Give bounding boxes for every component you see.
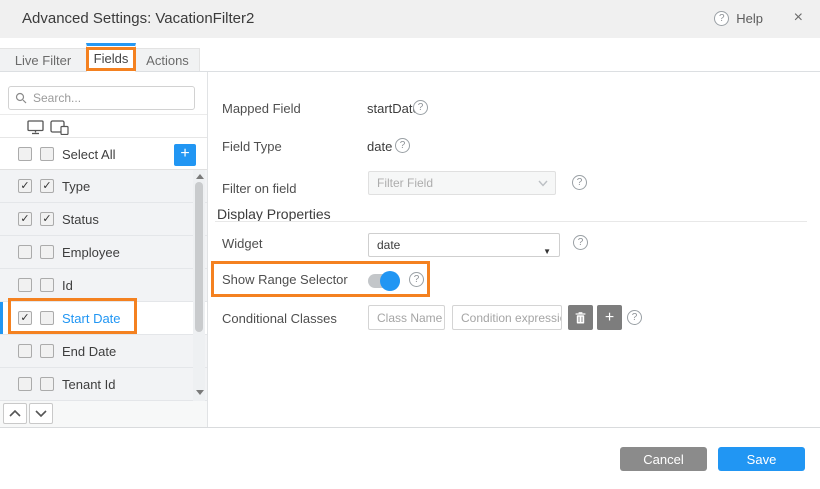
- web-checkbox[interactable]: [18, 278, 32, 292]
- list-item[interactable]: Tenant Id: [0, 368, 207, 401]
- mobile-checkbox[interactable]: ✓: [40, 179, 54, 193]
- help-button[interactable]: ? Help: [714, 11, 763, 26]
- show-range-selector-toggle[interactable]: [368, 272, 400, 290]
- field-search: [8, 86, 195, 110]
- field-label[interactable]: Start Date: [62, 311, 121, 326]
- sidebar-divider: [207, 72, 208, 427]
- section-divider: [215, 221, 807, 222]
- mapped-field-label: Mapped Field: [222, 101, 301, 116]
- field-label[interactable]: Type: [62, 179, 90, 194]
- mobile-checkbox[interactable]: [40, 278, 54, 292]
- conditional-classes-help-icon[interactable]: ?: [627, 310, 642, 325]
- device-columns-header: [0, 114, 207, 138]
- select-all-web-checkbox[interactable]: [18, 147, 32, 161]
- chevron-down-icon: [35, 410, 47, 417]
- list-item[interactable]: End Date: [0, 335, 207, 368]
- dropdown-arrow-icon: ▼: [543, 241, 551, 263]
- search-input[interactable]: [8, 86, 195, 110]
- field-label[interactable]: Tenant Id: [62, 377, 116, 392]
- display-properties-heading: Display Properties: [217, 206, 331, 222]
- show-range-selector-help-icon[interactable]: ?: [409, 272, 424, 287]
- mobile-checkbox[interactable]: [40, 344, 54, 358]
- web-checkbox[interactable]: ✓: [18, 311, 32, 325]
- tab-live-filter[interactable]: Live Filter: [0, 48, 87, 71]
- list-item[interactable]: ✓ ✓ Status: [0, 203, 207, 236]
- add-field-button[interactable]: +: [174, 144, 196, 166]
- web-checkbox[interactable]: [18, 245, 32, 259]
- move-up-button[interactable]: [3, 403, 27, 424]
- list-item[interactable]: Id: [0, 269, 207, 302]
- list-item[interactable]: ✓ Start Date: [0, 302, 207, 335]
- search-icon: [15, 92, 27, 104]
- advanced-settings-dialog: Advanced Settings: VacationFilter2 ? Hel…: [0, 0, 820, 489]
- field-type-value: date: [367, 139, 392, 154]
- dialog-header: Advanced Settings: VacationFilter2 ? Hel…: [0, 0, 820, 38]
- mobile-checkbox[interactable]: ✓: [40, 212, 54, 226]
- add-condition-button[interactable]: +: [597, 305, 622, 330]
- help-label[interactable]: Help: [736, 11, 763, 26]
- select-all-mobile-checkbox[interactable]: [40, 147, 54, 161]
- help-icon[interactable]: ?: [714, 11, 729, 26]
- mobile-checkbox[interactable]: [40, 311, 54, 325]
- widget-help-icon[interactable]: ?: [573, 235, 588, 250]
- field-order-controls: [0, 401, 207, 427]
- select-all-row: Select All +: [0, 138, 207, 170]
- mobile-checkbox[interactable]: [40, 245, 54, 259]
- tab-fields-label[interactable]: Fields: [86, 47, 137, 71]
- mobile-devices-icon: [50, 120, 69, 135]
- web-checkbox[interactable]: ✓: [18, 179, 32, 193]
- move-down-button[interactable]: [29, 403, 53, 424]
- field-type-label: Field Type: [222, 139, 282, 154]
- list-item[interactable]: Employee: [0, 236, 207, 269]
- show-range-selector-label: Show Range Selector: [222, 272, 348, 287]
- field-label[interactable]: End Date: [62, 344, 116, 359]
- field-label[interactable]: Status: [62, 212, 99, 227]
- widget-label: Widget: [222, 236, 262, 251]
- tab-actions[interactable]: Actions: [135, 48, 200, 71]
- field-label[interactable]: Employee: [62, 245, 120, 260]
- chevron-down-icon: [538, 180, 548, 187]
- filter-on-field-label: Filter on field: [222, 181, 296, 196]
- dialog-title: Advanced Settings: VacationFilter2: [22, 10, 254, 27]
- scroll-down-icon[interactable]: [196, 390, 204, 395]
- mobile-checkbox[interactable]: [40, 377, 54, 391]
- class-name-input[interactable]: [368, 305, 445, 330]
- save-button[interactable]: Save: [718, 447, 805, 471]
- trash-icon: [575, 312, 586, 324]
- close-icon[interactable]: ×: [794, 9, 803, 27]
- widget-select[interactable]: date ▼: [368, 233, 560, 257]
- web-checkbox[interactable]: [18, 344, 32, 358]
- web-checkbox[interactable]: ✓: [18, 212, 32, 226]
- mapped-field-help-icon[interactable]: ?: [413, 100, 428, 115]
- tab-fields[interactable]: Fields: [86, 43, 136, 72]
- field-type-help-icon[interactable]: ?: [395, 138, 410, 153]
- field-label[interactable]: Id: [62, 278, 73, 293]
- toggle-thumb: [380, 271, 400, 291]
- list-scrollbar-thumb[interactable]: [195, 182, 203, 332]
- select-all-label: Select All: [62, 147, 115, 162]
- tab-bar: Live Filter Fields Actions: [0, 38, 820, 72]
- delete-condition-button[interactable]: [568, 305, 593, 330]
- scroll-up-icon[interactable]: [196, 174, 204, 179]
- web-checkbox[interactable]: [18, 377, 32, 391]
- cancel-button[interactable]: Cancel: [620, 447, 707, 471]
- filter-on-field-select: Filter Field: [368, 171, 556, 195]
- list-item[interactable]: ✓ ✓ Type: [0, 170, 207, 203]
- filter-on-field-help-icon[interactable]: ?: [572, 175, 587, 190]
- mapped-field-value: startDate: [367, 101, 420, 116]
- conditional-classes-label: Conditional Classes: [222, 311, 337, 326]
- footer-divider: [0, 427, 820, 428]
- chevron-up-icon: [9, 410, 21, 417]
- condition-expression-input[interactable]: [452, 305, 562, 330]
- field-list: ✓ ✓ Type ✓ ✓ Status Employee Id ✓ Start …: [0, 170, 207, 401]
- desktop-icon: [27, 120, 44, 135]
